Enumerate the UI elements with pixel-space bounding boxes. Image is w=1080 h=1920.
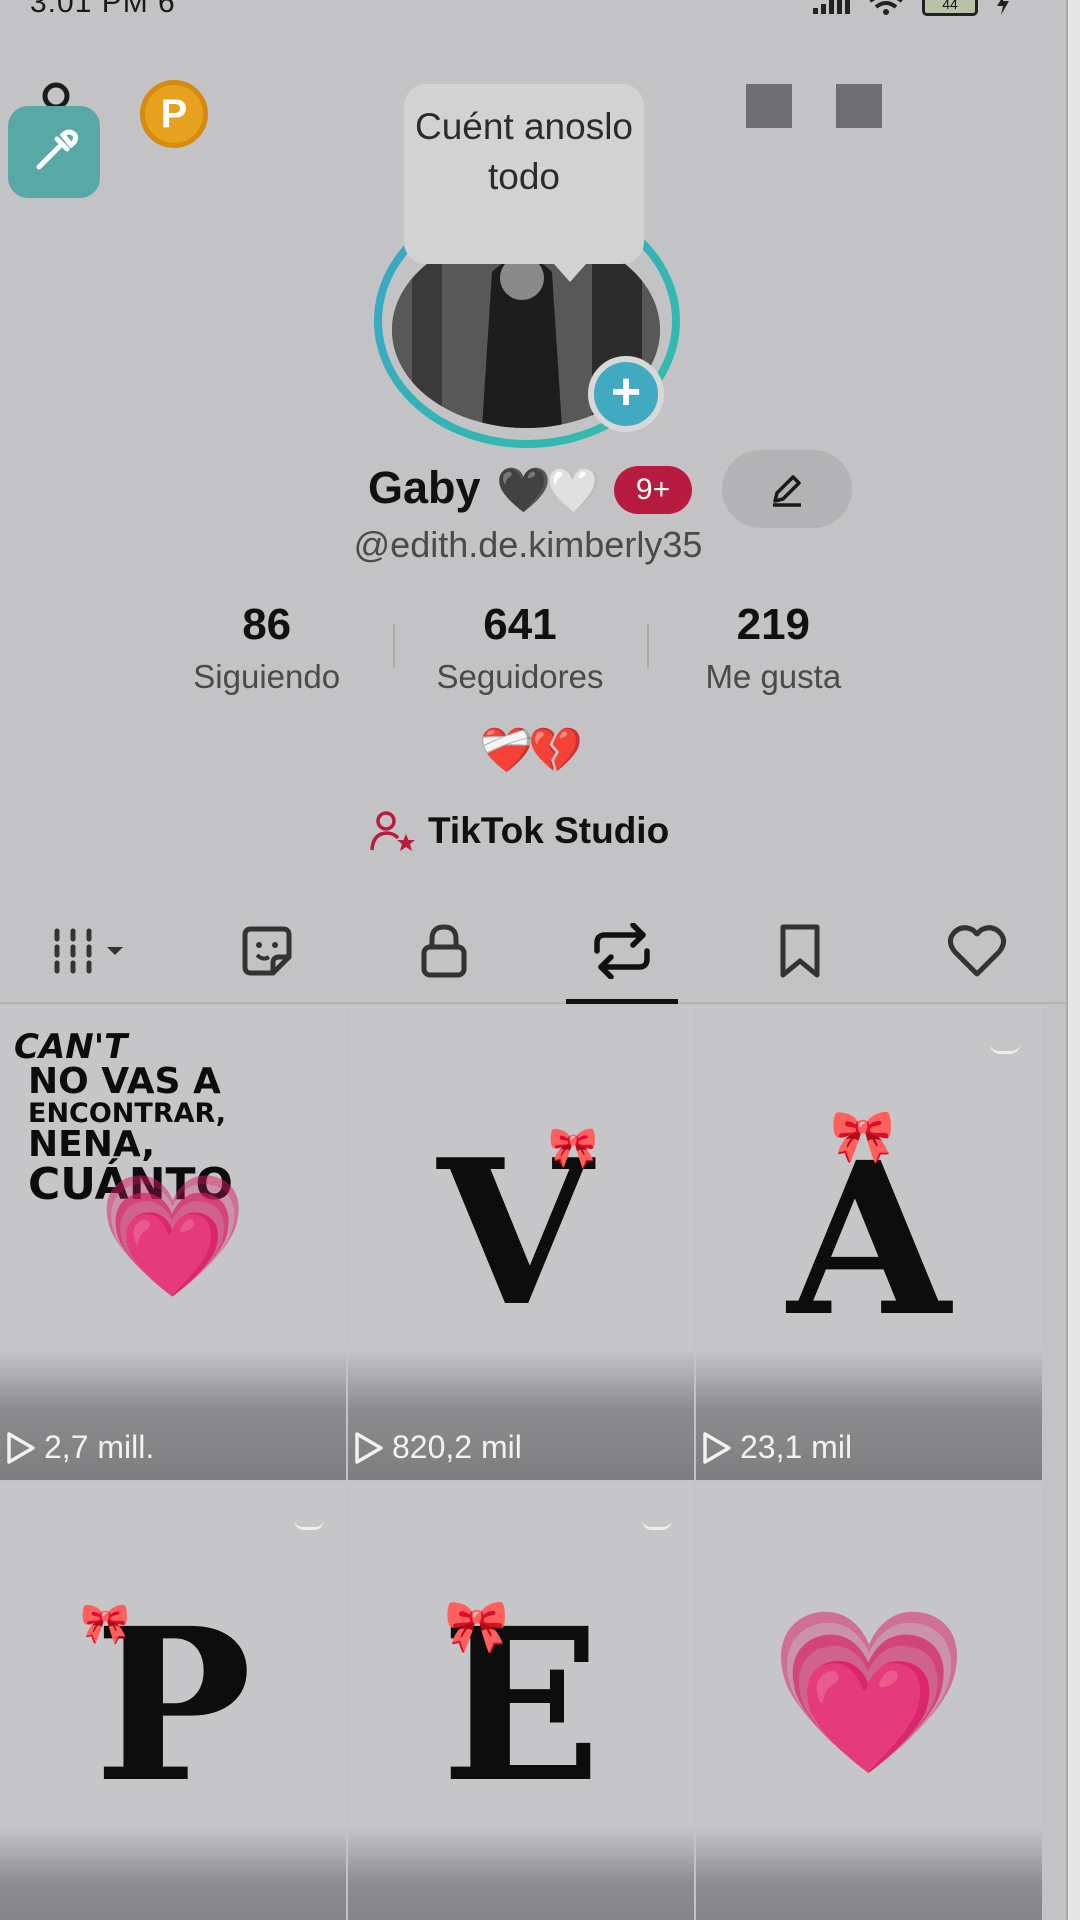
stat-value: 641 [483, 600, 557, 649]
name-row: Gaby 🖤🤍 9+ [0, 450, 1080, 528]
tab-favorites[interactable] [711, 900, 889, 1002]
heart-emoji: 💗 [98, 1169, 248, 1303]
bow-icon: 🎀 [548, 1126, 598, 1170]
stat-divider [393, 624, 396, 668]
video-thumbnail[interactable]: 💗 [696, 1482, 1042, 1920]
bio: ❤️‍🩹💔 [479, 726, 583, 775]
edit-profile-button[interactable] [722, 450, 852, 528]
bow-icon: 🎀 [80, 1602, 130, 1646]
thumbnail-shade [0, 1826, 346, 1920]
video-letter: P [94, 1582, 252, 1829]
video-thumbnail[interactable]: P 🎀 [0, 1482, 346, 1920]
studio-person-icon [370, 811, 415, 851]
display-name: Gaby [368, 462, 481, 513]
profile-tabs [0, 900, 1066, 1004]
stat-label: Seguidores [436, 658, 604, 695]
stat-likes[interactable]: 219 Me gusta [646, 600, 900, 700]
stat-divider [646, 624, 649, 668]
signal-icon [813, 0, 850, 14]
corner-mark [294, 1520, 324, 1530]
stat-label: Me gusta [705, 658, 842, 695]
tab-reposts[interactable] [533, 900, 711, 1004]
status-icons: 44 [813, 0, 1010, 16]
bookmark-icon [780, 924, 820, 978]
coin-icon[interactable]: P [140, 80, 208, 148]
thumbnail-shade [696, 1826, 1042, 1920]
name-emojis: 🖤🤍 [496, 466, 602, 515]
eyedropper-button[interactable] [8, 106, 100, 198]
overlay-line: NENA, [28, 1124, 156, 1165]
stat-value: 86 [242, 600, 292, 649]
tab-private[interactable] [355, 900, 533, 1002]
heart-icon [948, 925, 1007, 977]
battery-icon: 44 [922, 0, 978, 16]
profile-stats: 86 Siguiendo 641 Seguidores 219 Me gusta [140, 600, 900, 700]
top-square-right-icon[interactable] [836, 84, 882, 128]
video-thumbnail[interactable]: A 🎀 23,1 mil [696, 1006, 1042, 1480]
pencil-icon [773, 475, 801, 507]
screen-edge [1066, 0, 1080, 1920]
corner-mark [642, 1520, 672, 1530]
video-letter: E [440, 1582, 602, 1829]
tab-videos[interactable] [0, 900, 178, 1002]
overlay-line: NO VAS A [28, 1061, 221, 1102]
tab-stickers[interactable] [178, 900, 356, 1002]
stat-label: Siguiendo [193, 658, 341, 695]
video-thumbnail[interactable]: V 🎀 820,2 mil [348, 1006, 694, 1480]
video-thumbnail[interactable]: CAN'T NO VAS A ENCONTRAR, NENA, CUÁNTO 💗… [0, 1006, 346, 1480]
view-count-text: 820,2 mil [392, 1429, 522, 1465]
bow-icon: 🎀 [444, 1598, 509, 1656]
play-icon [355, 1431, 383, 1464]
stat-following[interactable]: 86 Siguiendo [140, 600, 393, 700]
status-time: 3:01 PM 6° [30, 0, 189, 19]
view-count-text: 23,1 mil [740, 1429, 853, 1465]
top-square-left-icon[interactable] [746, 84, 792, 128]
stat-followers[interactable]: 641 Seguidores [393, 600, 646, 700]
corner-mark [990, 1044, 1020, 1054]
eyedropper-icon [36, 129, 78, 170]
stat-value: 219 [736, 600, 811, 649]
wifi-icon [869, 0, 903, 15]
username: @edith.de.kimberly35 [353, 524, 703, 565]
status-bar: 3:01 PM 6° 44 [0, 0, 1080, 24]
view-count-text: 2,7 mill. [44, 1429, 155, 1465]
video-letter: V [437, 1116, 593, 1351]
grid-icon [54, 928, 123, 974]
thumbnail-shade [348, 1826, 694, 1920]
bow-icon: 🎀 [830, 1108, 895, 1166]
repost-icon [594, 923, 650, 979]
view-count: 23,1 mil [702, 1429, 852, 1466]
view-count: 2,7 mill. [6, 1429, 154, 1466]
studio-label: TikTok Studio [428, 810, 670, 851]
video-grid: CAN'T NO VAS A ENCONTRAR, NENA, CUÁNTO 💗… [0, 1006, 1066, 1920]
overlay-line: ENCONTRAR, [28, 1098, 227, 1129]
tab-liked[interactable] [888, 900, 1066, 1002]
tiktok-studio-link[interactable]: TikTok Studio [370, 810, 669, 852]
overlay-line: CAN'T [14, 1027, 128, 1067]
heart-emoji: 💗 [769, 1602, 969, 1781]
charging-icon [997, 0, 1009, 15]
note-bubble[interactable]: Cuént anoslo todo [404, 84, 644, 282]
notification-badge[interactable]: 9+ [614, 466, 692, 514]
sticker-icon [242, 926, 291, 976]
view-count: 820,2 mil [354, 1429, 522, 1466]
play-icon [703, 1431, 731, 1464]
add-story-button[interactable]: + [588, 356, 664, 432]
video-thumbnail[interactable]: E 🎀 [348, 1482, 694, 1920]
play-icon [7, 1431, 35, 1464]
lock-icon [421, 924, 467, 978]
